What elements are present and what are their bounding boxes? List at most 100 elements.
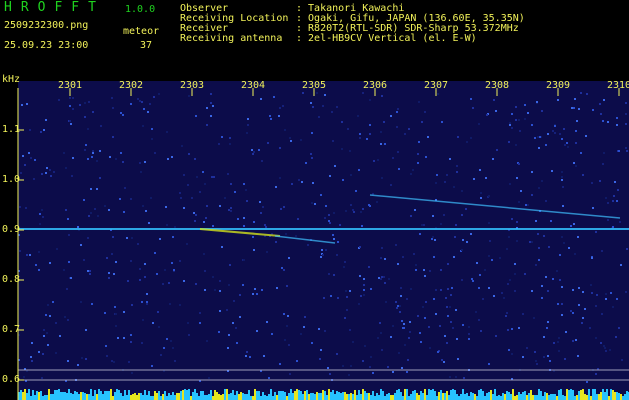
noise-speck [350, 204, 352, 206]
meter-bar [266, 396, 268, 400]
noise-speck [535, 360, 537, 362]
meter-bar [624, 394, 626, 400]
noise-speck [97, 215, 99, 217]
noise-speck [302, 92, 304, 94]
noise-speck [195, 214, 197, 216]
noise-speck [115, 325, 117, 327]
meter-bar [612, 390, 614, 400]
noise-speck [514, 290, 516, 292]
noise-speck [151, 138, 153, 140]
noise-speck [229, 143, 231, 145]
noise-speck [187, 184, 189, 186]
noise-speck [151, 365, 153, 367]
noise-speck [45, 119, 47, 121]
noise-speck [345, 290, 347, 292]
noise-speck [369, 133, 371, 135]
noise-speck [265, 226, 267, 228]
noise-speck [427, 136, 429, 138]
noise-speck [38, 269, 40, 271]
meter-bar [540, 391, 542, 400]
noise-speck [553, 342, 555, 344]
noise-speck [578, 108, 580, 110]
noise-speck [381, 95, 383, 97]
noise-speck [92, 150, 94, 152]
meter-bar [384, 396, 386, 400]
noise-speck [170, 340, 172, 342]
meter-bar [188, 389, 190, 400]
noise-speck [123, 211, 125, 213]
noise-speck [249, 356, 251, 358]
noise-speck [218, 143, 220, 145]
noise-speck [29, 254, 31, 256]
noise-speck [482, 298, 484, 300]
meter-bar [152, 396, 154, 400]
noise-speck [380, 143, 382, 145]
meter-bar [600, 392, 602, 400]
meter-bar [204, 395, 206, 400]
y-tick-label: 0.6 [2, 374, 21, 385]
noise-speck [486, 114, 488, 116]
meter-bar [216, 392, 218, 400]
noise-speck [424, 275, 426, 277]
noise-speck [435, 289, 437, 291]
noise-speck [421, 121, 423, 123]
noise-speck [461, 279, 463, 281]
noise-speck [529, 241, 531, 243]
noise-speck [417, 315, 419, 317]
noise-speck [423, 224, 425, 226]
noise-speck [616, 298, 618, 300]
noise-speck [139, 279, 141, 281]
noise-speck [406, 298, 408, 300]
noise-speck [396, 111, 398, 113]
noise-speck [566, 142, 568, 144]
noise-speck [616, 117, 618, 119]
meter-bar [544, 392, 546, 400]
meter-bar [76, 392, 78, 400]
meter-bar [604, 392, 606, 400]
meter-bar [222, 394, 224, 400]
noise-speck [219, 205, 221, 207]
meter-bar [570, 389, 572, 400]
noise-speck [574, 253, 576, 255]
noise-speck [22, 155, 24, 157]
noise-speck [590, 284, 592, 286]
noise-speck [213, 176, 215, 178]
noise-speck [235, 327, 237, 329]
meter-bar [102, 394, 104, 400]
noise-speck [538, 259, 540, 261]
noise-speck [50, 175, 52, 177]
meter-bar [558, 390, 560, 400]
meter-bar [44, 395, 46, 400]
noise-speck [266, 321, 268, 323]
meter-bar [438, 392, 440, 400]
noise-speck [318, 116, 320, 118]
noise-speck [283, 206, 285, 208]
meter-bar [568, 390, 570, 400]
meter-bar [346, 394, 348, 400]
noise-speck [468, 333, 470, 335]
noise-speck [84, 149, 86, 151]
meter-bar [210, 390, 212, 400]
meter-bar [116, 389, 118, 400]
meter-bar [128, 390, 130, 400]
noise-speck [509, 124, 511, 126]
noise-speck [591, 257, 593, 259]
noise-speck [320, 194, 322, 196]
noise-speck [59, 335, 61, 337]
noise-speck [449, 158, 451, 160]
noise-speck [565, 331, 567, 333]
noise-speck [621, 359, 623, 361]
noise-speck [607, 121, 609, 123]
noise-speck [38, 351, 40, 353]
meter-bar [160, 396, 162, 400]
meter-bar [282, 391, 284, 400]
spectrogram [17, 81, 629, 400]
noise-speck [582, 291, 584, 293]
noise-speck [212, 225, 214, 227]
meter-bar [146, 395, 148, 400]
noise-speck [545, 200, 547, 202]
noise-speck [246, 200, 248, 202]
noise-speck [549, 360, 551, 362]
noise-speck [210, 93, 212, 95]
meter-bar [36, 391, 38, 400]
